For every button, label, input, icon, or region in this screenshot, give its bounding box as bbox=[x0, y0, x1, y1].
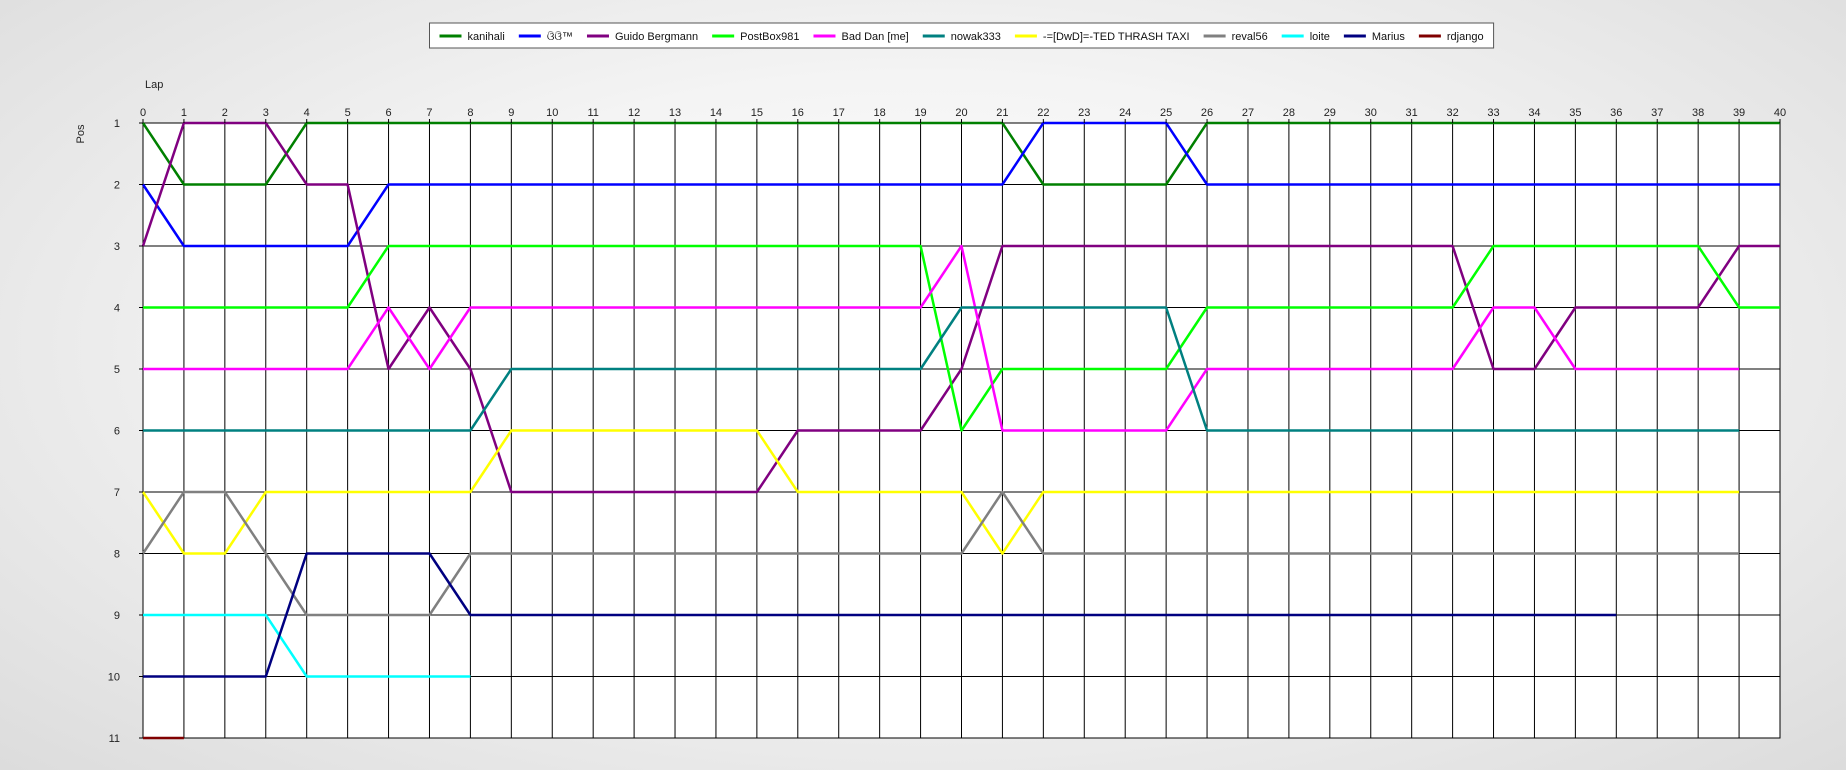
legend-label: rdjango bbox=[1447, 31, 1484, 43]
legend-label: Bad Dan [me] bbox=[841, 31, 908, 43]
x-tick-label: 22 bbox=[1037, 107, 1049, 119]
legend-label: Guido Bergmann bbox=[615, 31, 698, 43]
x-tick-label: 3 bbox=[263, 107, 269, 119]
y-tick-label: 2 bbox=[114, 180, 120, 192]
y-axis-ticks: 1 2 3 4 5 6 7 8 9 10 11 bbox=[108, 118, 143, 745]
x-tick-label: 21 bbox=[996, 107, 1008, 119]
x-tick-label: 0 bbox=[140, 107, 146, 119]
x-tick-label: 23 bbox=[1078, 107, 1090, 119]
x-tick-label: 31 bbox=[1406, 107, 1418, 119]
x-tick-label: 14 bbox=[710, 107, 722, 119]
x-tick-label: 11 bbox=[587, 107, 598, 119]
x-tick-label: 10 bbox=[546, 107, 558, 119]
y-axis-label: Pos bbox=[75, 124, 87, 143]
x-tick-label: 7 bbox=[426, 107, 432, 119]
x-axis-ticks: 0 1 2 3 4 5 6 7 8 9 10 11 12 13 14 15 16 17 18 19 20 21 22 23 24… bbox=[140, 107, 1786, 123]
x-tick-label: 25 bbox=[1160, 107, 1172, 119]
x-tick-label: 6 bbox=[385, 107, 391, 119]
x-tick-label: 34 bbox=[1528, 107, 1540, 119]
x-tick-label: 36 bbox=[1610, 107, 1622, 119]
x-tick-label: 32 bbox=[1446, 107, 1458, 119]
race-position-chart: kanihali ଓିଓି™ Guido Bergmann PostBox981 Bad… bbox=[75, 22, 1786, 745]
x-tick-label: 24 bbox=[1119, 107, 1131, 119]
y-tick-label: 11 bbox=[109, 733, 120, 745]
legend-label: PostBox981 bbox=[740, 31, 799, 43]
legend: kanihali ଓିଓି™ Guido Bergmann PostBox981 Bad… bbox=[429, 22, 1495, 49]
x-tick-label: 37 bbox=[1651, 107, 1663, 119]
y-tick-label: 7 bbox=[114, 487, 120, 499]
y-tick-label: 10 bbox=[108, 672, 120, 684]
y-tick-label: 1 bbox=[114, 118, 120, 130]
x-tick-label: 8 bbox=[467, 107, 473, 119]
x-tick-label: 39 bbox=[1733, 107, 1745, 119]
x-tick-label: 9 bbox=[508, 107, 514, 119]
x-tick-label: 26 bbox=[1201, 107, 1213, 119]
x-tick-label: 12 bbox=[628, 107, 640, 119]
x-tick-label: 13 bbox=[669, 107, 681, 119]
x-tick-label: 4 bbox=[304, 107, 310, 119]
x-tick-label: 15 bbox=[751, 107, 763, 119]
y-tick-label: 3 bbox=[114, 241, 120, 253]
x-tick-label: 19 bbox=[914, 107, 926, 119]
x-tick-label: 1 bbox=[181, 107, 187, 119]
legend-label: nowak333 bbox=[951, 31, 1001, 43]
x-tick-label: 33 bbox=[1487, 107, 1499, 119]
x-axis-label: Lap bbox=[145, 79, 163, 91]
legend-label: ଓିଓି™ bbox=[547, 31, 573, 43]
y-tick-label: 9 bbox=[114, 610, 120, 622]
y-tick-label: 5 bbox=[114, 364, 120, 376]
x-tick-label: 27 bbox=[1242, 107, 1254, 119]
x-tick-label: 30 bbox=[1365, 107, 1377, 119]
x-tick-label: 17 bbox=[833, 107, 845, 119]
x-tick-label: 16 bbox=[792, 107, 804, 119]
legend-label: kanihali bbox=[468, 31, 505, 43]
x-tick-label: 20 bbox=[955, 107, 967, 119]
x-tick-label: 35 bbox=[1569, 107, 1581, 119]
x-tick-label: 29 bbox=[1324, 107, 1336, 119]
x-tick-label: 18 bbox=[874, 107, 886, 119]
legend-label: -=[DwD]=-TED THRASH TAXI bbox=[1043, 31, 1190, 43]
y-tick-label: 4 bbox=[114, 303, 120, 315]
legend-label: reval56 bbox=[1232, 31, 1268, 43]
x-tick-label: 5 bbox=[345, 107, 351, 119]
x-tick-label: 38 bbox=[1692, 107, 1704, 119]
x-tick-label: 28 bbox=[1283, 107, 1295, 119]
x-tick-label: 40 bbox=[1774, 107, 1786, 119]
x-tick-label: 2 bbox=[222, 107, 228, 119]
legend-label: Marius bbox=[1372, 31, 1406, 43]
y-tick-label: 6 bbox=[114, 426, 120, 438]
legend-label: loite bbox=[1310, 31, 1330, 43]
y-tick-label: 8 bbox=[114, 549, 120, 561]
